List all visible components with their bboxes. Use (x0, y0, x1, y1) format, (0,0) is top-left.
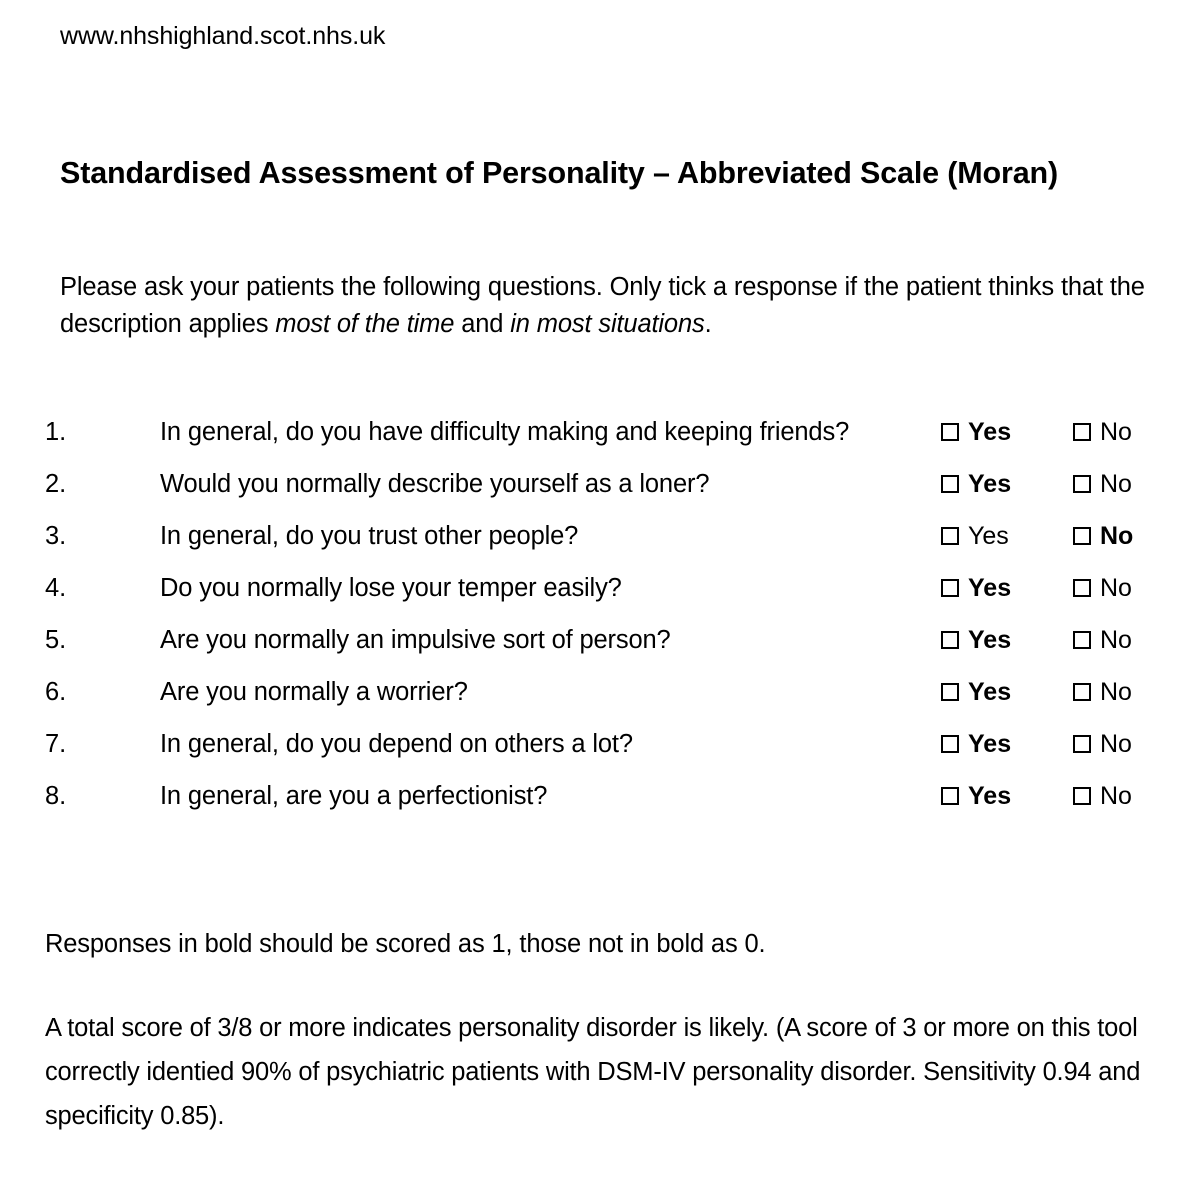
checkbox-no-icon[interactable] (1073, 683, 1091, 701)
answer-option-no[interactable]: No (1073, 571, 1132, 605)
question-row: 5. Are you normally an impulsive sort of … (0, 623, 1192, 675)
question-text: In general, do you trust other people? (160, 522, 579, 550)
answer-label-yes: Yes (968, 782, 1012, 810)
checkbox-yes-icon[interactable] (941, 787, 959, 805)
scoring-note: Responses in bold should be scored as 1,… (45, 929, 766, 958)
checkbox-no-icon[interactable] (1073, 527, 1091, 545)
answer-option-no[interactable]: No (1073, 467, 1132, 501)
question-text: In general, do you have difficulty makin… (160, 418, 850, 446)
answer-label-no: No (1100, 470, 1132, 498)
site-url: www.nhshighland.scot.nhs.uk (60, 22, 386, 50)
question-row: 3. In general, do you trust other people?… (0, 519, 1192, 571)
instructions-part-3: . (704, 309, 712, 338)
question-number: 6. (45, 678, 67, 706)
answer-option-no[interactable]: No (1073, 415, 1132, 449)
answer-option-no[interactable]: No (1073, 779, 1132, 813)
checkbox-yes-icon[interactable] (941, 527, 959, 545)
checkbox-yes-icon[interactable] (941, 735, 959, 753)
answer-label-no: No (1100, 782, 1132, 810)
checkbox-no-icon[interactable] (1073, 423, 1091, 441)
checkbox-yes-icon[interactable] (941, 475, 959, 493)
answer-label-yes: Yes (968, 418, 1012, 446)
question-text: In general, are you a perfectionist? (160, 782, 548, 810)
question-number: 1. (45, 418, 67, 446)
question-number: 8. (45, 782, 67, 810)
question-number: 7. (45, 730, 67, 758)
question-number: 5. (45, 626, 67, 654)
checkbox-no-icon[interactable] (1073, 631, 1091, 649)
checkbox-no-icon[interactable] (1073, 787, 1091, 805)
question-text: In general, do you depend on others a lo… (160, 730, 633, 758)
instructions-emphasis-most-of-the-time: most of the time (275, 309, 455, 338)
answer-option-no[interactable]: No (1073, 519, 1133, 553)
checkbox-no-icon[interactable] (1073, 735, 1091, 753)
question-text: Would you normally describe yourself as … (160, 470, 710, 498)
page-title: Standardised Assessment of Personality –… (60, 156, 1059, 191)
question-row: 4. Do you normally lose your temper easil… (0, 571, 1192, 623)
answer-option-yes[interactable]: Yes (941, 571, 1011, 605)
checkbox-yes-icon[interactable] (941, 423, 959, 441)
question-row: 1. In general, do you have difficulty mak… (0, 415, 1192, 467)
answer-option-yes[interactable]: Yes (941, 519, 1009, 553)
answer-option-yes[interactable]: Yes (941, 779, 1011, 813)
answer-option-no[interactable]: No (1073, 623, 1132, 657)
question-number: 3. (45, 522, 67, 550)
question-row: 7. In general, do you depend on others a … (0, 727, 1192, 779)
checkbox-no-icon[interactable] (1073, 475, 1091, 493)
answer-option-yes[interactable]: Yes (941, 415, 1011, 449)
answer-label-no: No (1100, 626, 1132, 654)
answer-label-yes: Yes (968, 522, 1009, 550)
question-text: Are you normally an impulsive sort of pe… (160, 626, 671, 654)
checkbox-yes-icon[interactable] (941, 683, 959, 701)
answer-label-no: No (1100, 418, 1132, 446)
answer-label-yes: Yes (968, 574, 1012, 602)
question-number: 4. (45, 574, 67, 602)
answer-option-yes[interactable]: Yes (941, 467, 1011, 501)
checkbox-yes-icon[interactable] (941, 579, 959, 597)
question-row: 6. Are you normally a worrier? Yes No (0, 675, 1192, 727)
instructions-paragraph: Please ask your patients the following q… (60, 269, 1165, 343)
answer-option-no[interactable]: No (1073, 675, 1132, 709)
question-text: Are you normally a worrier? (160, 678, 468, 706)
answer-label-yes: Yes (968, 626, 1012, 654)
answer-label-yes: Yes (968, 678, 1012, 706)
checkbox-yes-icon[interactable] (941, 631, 959, 649)
answer-option-no[interactable]: No (1073, 727, 1132, 761)
question-number: 2. (45, 470, 67, 498)
answer-label-no: No (1100, 678, 1132, 706)
interpretation-note: A total score of 3/8 or more indicates p… (45, 1013, 1141, 1130)
answer-option-yes[interactable]: Yes (941, 623, 1011, 657)
answer-option-yes[interactable]: Yes (941, 727, 1011, 761)
checkbox-no-icon[interactable] (1073, 579, 1091, 597)
answer-label-no: No (1100, 730, 1132, 758)
answer-label-no: No (1100, 522, 1134, 550)
instructions-emphasis-in-most-situations: in most situations (510, 309, 705, 338)
question-text: Do you normally lose your temper easily? (160, 574, 622, 602)
answer-label-no: No (1100, 574, 1132, 602)
answer-label-yes: Yes (968, 470, 1012, 498)
question-row: 2. Would you normally describe yourself a… (0, 467, 1192, 519)
questions-list: 1. In general, do you have difficulty mak… (0, 415, 1192, 831)
answer-option-yes[interactable]: Yes (941, 675, 1011, 709)
answer-label-yes: Yes (968, 730, 1012, 758)
instructions-part-2: and (454, 309, 511, 338)
document-page: www.nhshighland.scot.nhs.uk Standardised… (0, 0, 1192, 1200)
question-row: 8. In general, are you a perfectionist? Ye… (0, 779, 1192, 831)
